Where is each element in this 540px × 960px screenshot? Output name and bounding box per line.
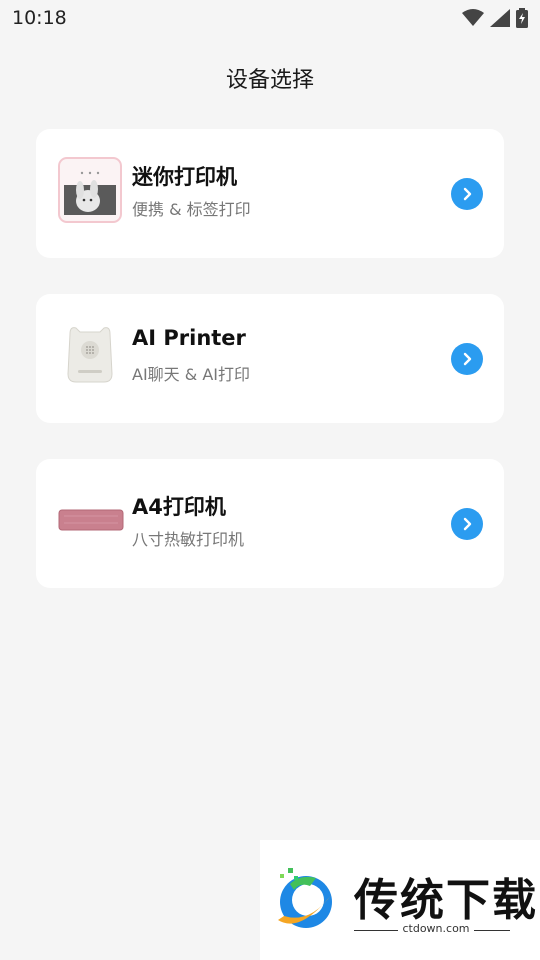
device-subtitle: 便携 & 标签打印 (132, 200, 251, 219)
cell-signal-icon (490, 9, 510, 27)
battery-charging-icon (516, 8, 528, 28)
wifi-icon (462, 9, 484, 27)
device-title: 迷你打印机 (132, 165, 237, 189)
watermark-line-right (474, 930, 510, 931)
watermark-logo-icon (270, 864, 342, 940)
watermark: 传统下载 ctdown.com (260, 840, 540, 960)
chevron-right-icon[interactable] (451, 343, 483, 375)
watermark-url: ctdown.com (402, 922, 470, 935)
device-card-ai-printer[interactable]: AI Printer AI聊天 & AI打印 (36, 294, 504, 423)
mini-printer-image (56, 155, 124, 225)
chevron-right-icon[interactable] (451, 508, 483, 540)
status-icons (462, 8, 528, 28)
device-subtitle: AI聊天 & AI打印 (132, 365, 250, 384)
chevron-right-icon[interactable] (451, 178, 483, 210)
watermark-line-left (354, 930, 398, 931)
a4-printer-image (56, 485, 126, 555)
device-card-mini-printer[interactable]: 迷你打印机 便携 & 标签打印 (36, 129, 504, 258)
ai-printer-image (56, 320, 124, 390)
page-title: 设备选择 (225, 68, 314, 93)
device-title: AI Printer (132, 326, 246, 350)
status-bar: 10:18 (0, 0, 540, 36)
watermark-name: 传统下载 (354, 875, 538, 926)
device-subtitle: 八寸热敏打印机 (132, 530, 245, 549)
device-card-a4-printer[interactable]: A4打印机 八寸热敏打印机 (36, 459, 504, 588)
status-time: 10:18 (12, 7, 67, 29)
device-title: A4打印机 (132, 495, 226, 519)
